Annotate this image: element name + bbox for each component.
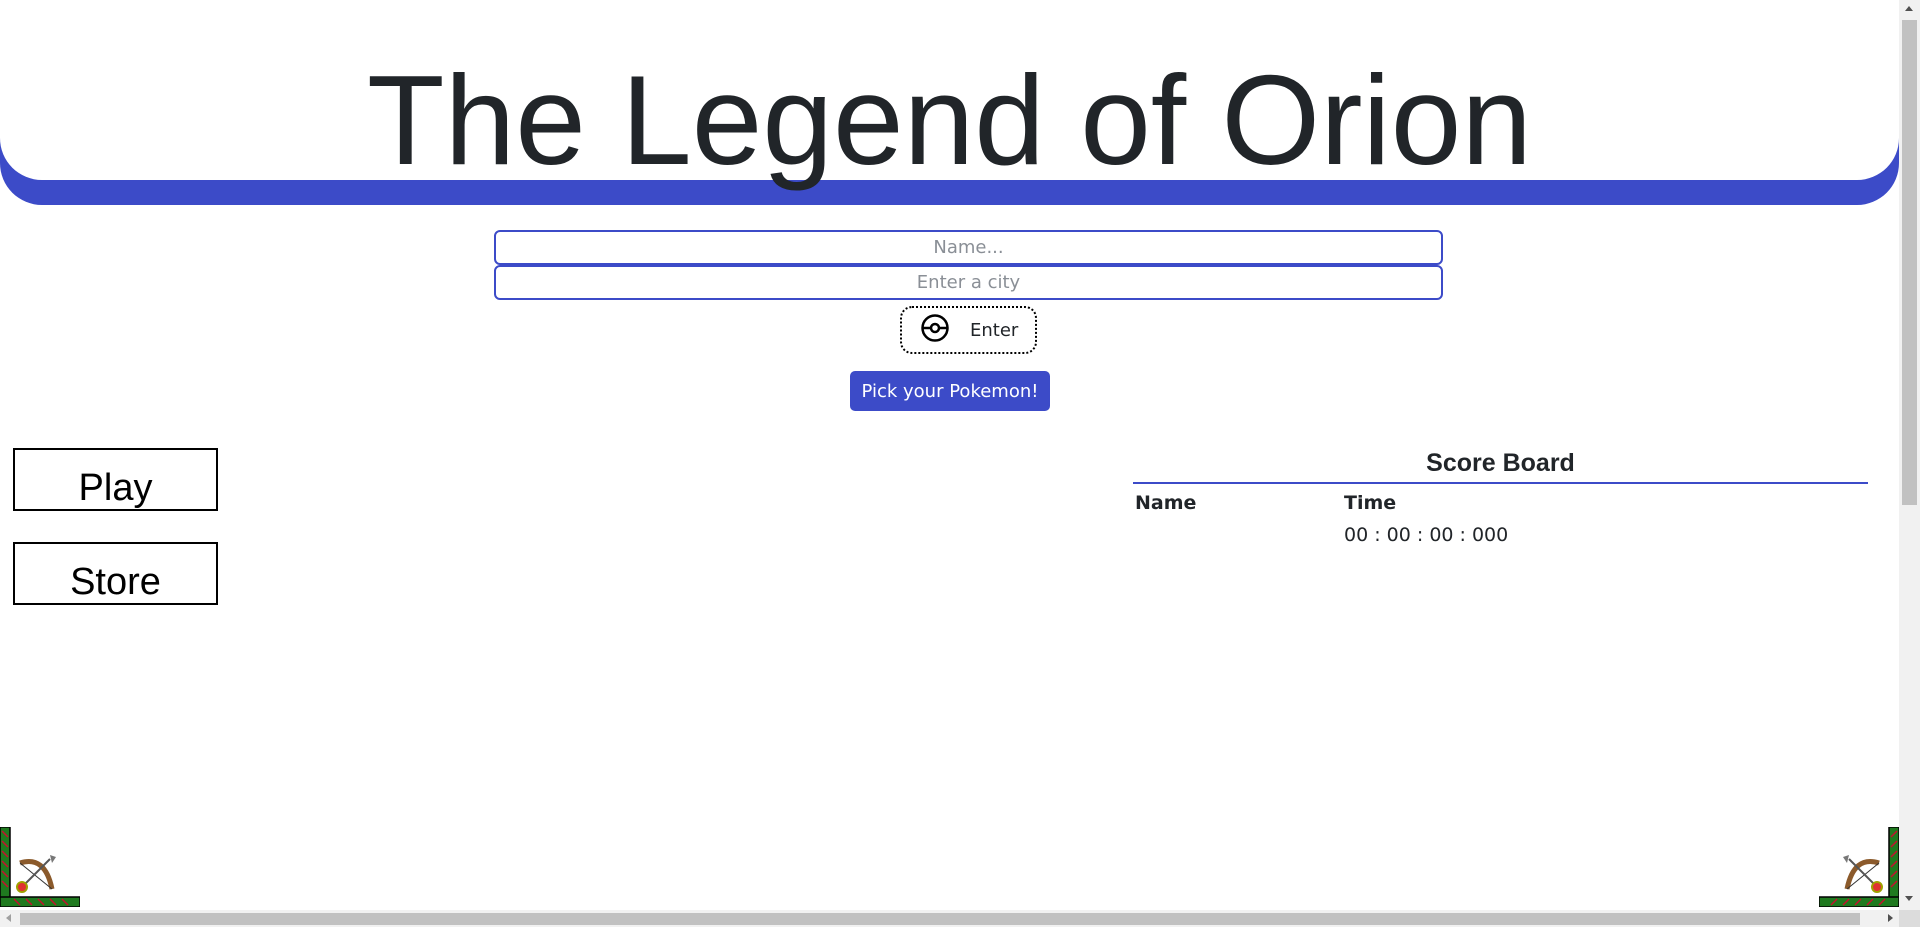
pick-pokemon-button[interactable]: Pick your Pokemon! — [850, 371, 1050, 411]
vertical-scrollbar[interactable] — [1899, 0, 1920, 910]
archer-bow-corner-icon — [0, 826, 81, 908]
column-header-time: Time — [1344, 492, 1397, 514]
store-label: Store — [70, 561, 161, 603]
vertical-scroll-thumb[interactable] — [1902, 20, 1917, 505]
store-button[interactable]: Store — [13, 542, 218, 605]
play-label: Play — [78, 467, 153, 509]
pokeball-icon — [920, 313, 950, 348]
pick-pokemon-label: Pick your Pokemon! — [861, 380, 1039, 402]
scroll-left-icon[interactable] — [6, 914, 11, 922]
enter-button[interactable]: Enter — [900, 306, 1037, 354]
header-banner: The Legend of Orion — [0, 0, 1899, 205]
name-input[interactable] — [494, 230, 1443, 265]
column-header-name: Name — [1135, 492, 1197, 514]
archer-bow-corner-icon — [1818, 826, 1900, 908]
scroll-down-icon[interactable] — [1905, 896, 1913, 901]
enter-label: Enter — [970, 319, 1019, 341]
page-title: The Legend of Orion — [367, 49, 1532, 191]
city-input[interactable] — [494, 265, 1443, 300]
play-button[interactable]: Play — [13, 448, 218, 511]
scroll-up-icon[interactable] — [1905, 6, 1913, 11]
horizontal-scrollbar[interactable] — [0, 910, 1899, 927]
score-board: Score Board Name Time 00 : 00 : 00 : 000 — [1133, 448, 1868, 554]
score-table: Name Time 00 : 00 : 00 : 000 — [1133, 484, 1868, 554]
score-board-title: Score Board — [1133, 448, 1868, 484]
scroll-right-icon[interactable] — [1888, 914, 1893, 922]
score-time-value: 00 : 00 : 00 : 000 — [1344, 524, 1509, 546]
horizontal-scroll-thumb[interactable] — [20, 913, 1860, 925]
scrollbar-corner — [1899, 910, 1920, 927]
